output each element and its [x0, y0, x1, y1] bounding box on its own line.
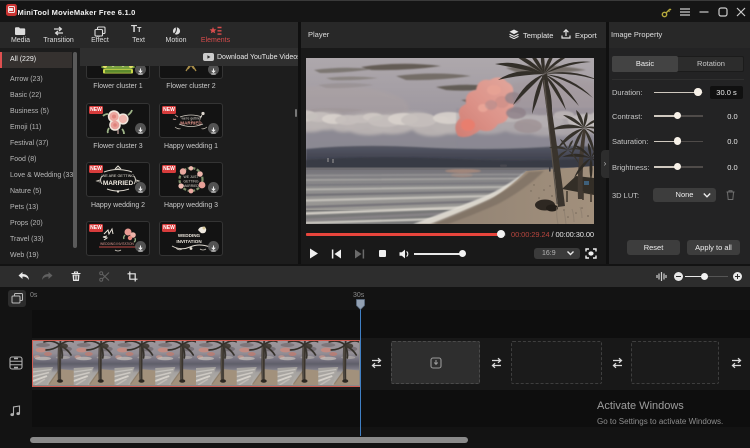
svg-text:GETTING: GETTING — [183, 180, 198, 184]
svg-text:WE JUST: WE JUST — [184, 175, 199, 179]
svg-text:MARRIED: MARRIED — [183, 184, 199, 188]
svg-text:INVITATION: INVITATION — [176, 239, 202, 244]
svg-text:WE ARE GETTING: WE ARE GETTING — [102, 174, 135, 178]
svg-text:MARRIED: MARRIED — [180, 121, 202, 126]
svg-text:WEDDING INVITATION: WEDDING INVITATION — [100, 242, 134, 246]
svg-text:WEDDING: WEDDING — [178, 233, 201, 238]
svg-text:MARRIED: MARRIED — [103, 180, 134, 187]
